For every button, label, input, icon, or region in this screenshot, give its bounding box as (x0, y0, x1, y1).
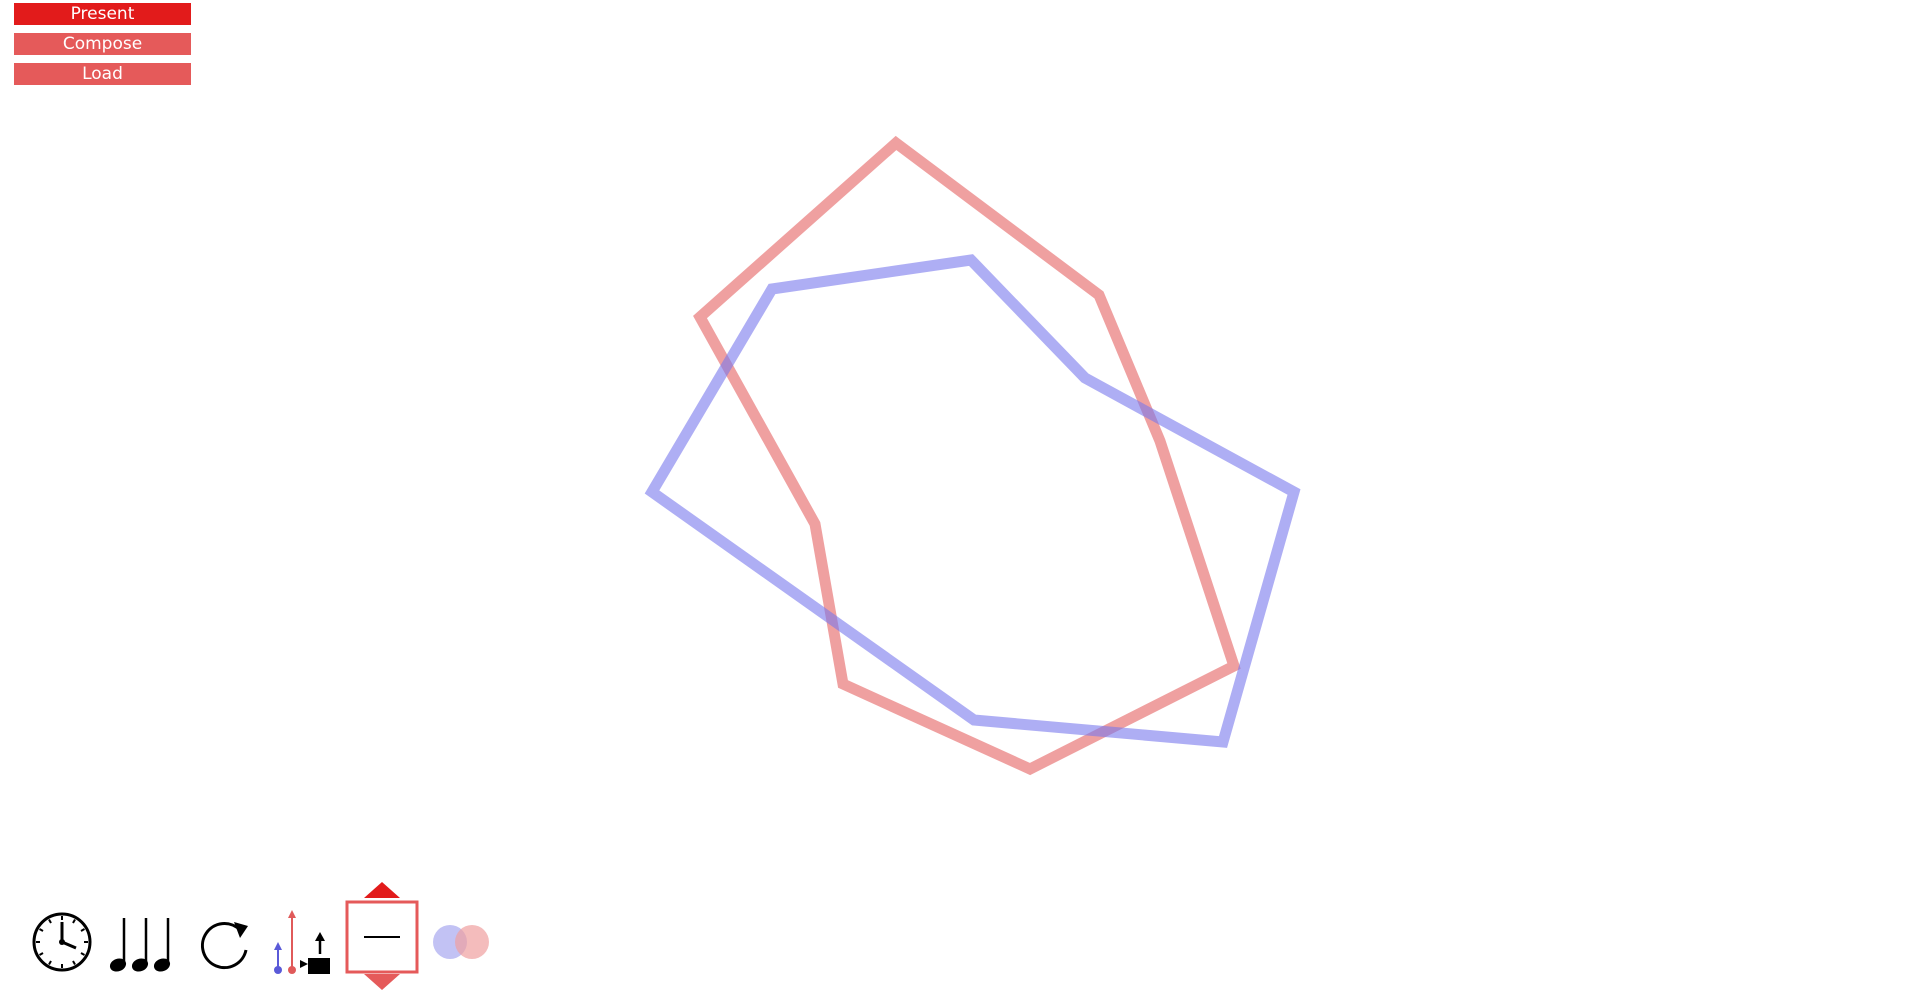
blue-polygon (644, 254, 1301, 748)
red-polygon (693, 135, 1241, 776)
overlap-circles-icon[interactable] (430, 922, 494, 962)
stepper-up-icon (364, 882, 400, 898)
refresh-icon[interactable] (196, 914, 254, 972)
polygon-stage (644, 135, 1301, 776)
voices-camera-icon[interactable] (268, 908, 334, 974)
notes-icon[interactable] (108, 914, 178, 974)
clock-icon[interactable] (30, 910, 94, 974)
bottom-toolbar (0, 870, 520, 991)
stepper-down-icon (364, 974, 400, 990)
shape-stepper[interactable] (344, 882, 420, 990)
